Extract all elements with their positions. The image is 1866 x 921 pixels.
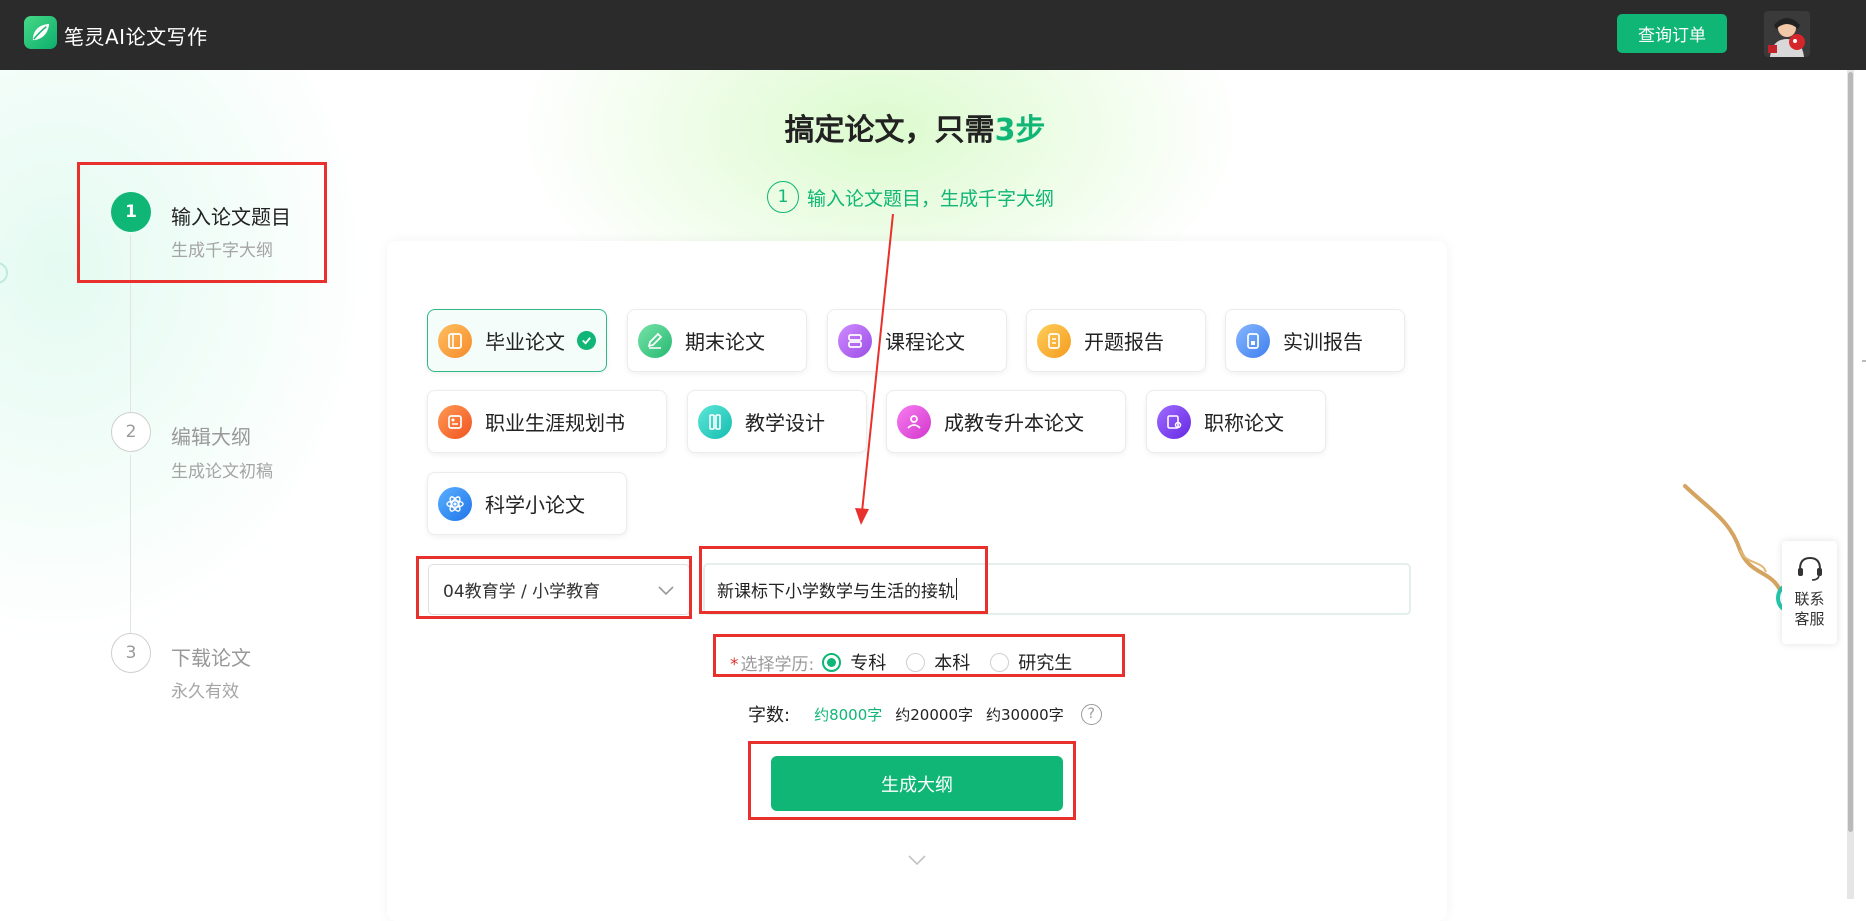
customer-service-widget[interactable]: 联系 客服	[1782, 541, 1837, 644]
customer-service-line1: 联系	[1794, 590, 1825, 608]
customer-service-line2: 客服	[1794, 610, 1825, 628]
annotation-arrow	[855, 213, 894, 525]
customer-service-label: 联系 客服	[1782, 589, 1837, 629]
headset-icon	[1796, 555, 1824, 585]
